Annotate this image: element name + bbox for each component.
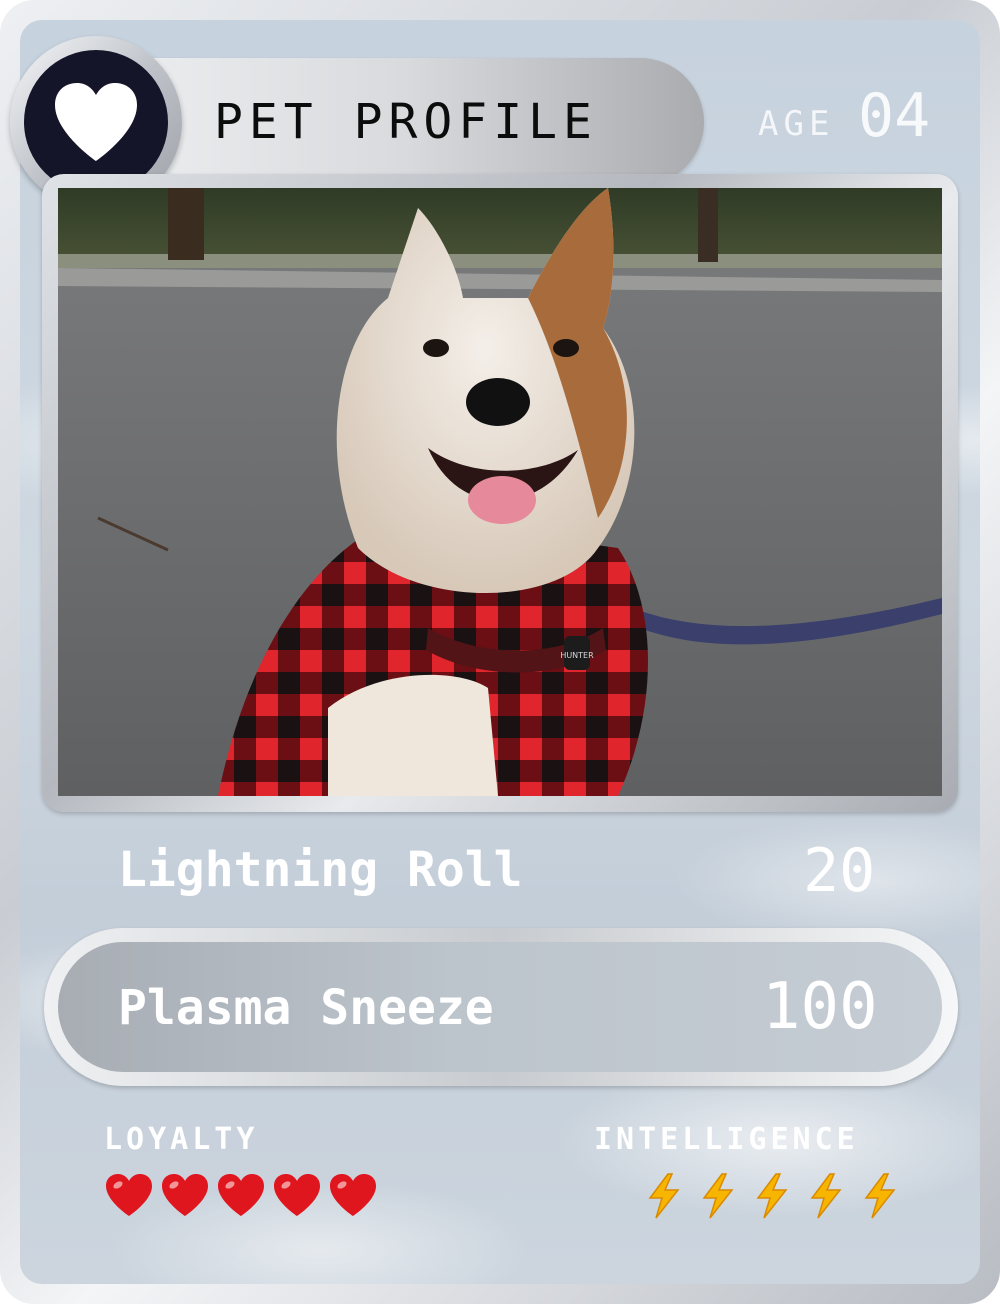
heart-badge xyxy=(24,50,168,194)
intelligence-rating xyxy=(642,1172,902,1220)
intelligence-label: INTELLIGENCE xyxy=(594,1122,859,1157)
lightning-bolt-icon xyxy=(702,1173,734,1219)
heart-icon xyxy=(55,83,137,161)
lightning-bolt-icon xyxy=(648,1173,680,1219)
red-heart-icon xyxy=(274,1174,320,1216)
move-name-2: Plasma Sneeze xyxy=(118,980,494,1036)
loyalty-rating xyxy=(104,1172,378,1218)
lightning-bolt-icon xyxy=(756,1173,788,1219)
move-value-2: 100 xyxy=(762,970,878,1044)
page-title: PET PROFILE xyxy=(214,94,598,150)
dog-photo: HUNTER xyxy=(58,188,942,796)
move-name-1: Lightning Roll xyxy=(118,842,523,898)
red-heart-icon xyxy=(218,1174,264,1216)
red-heart-icon xyxy=(106,1174,152,1216)
lightning-bolt-icon xyxy=(810,1173,842,1219)
collar-tag-text: HUNTER xyxy=(560,651,594,660)
loyalty-label: LOYALTY xyxy=(104,1122,259,1157)
red-heart-icon xyxy=(162,1174,208,1216)
move-value-1: 20 xyxy=(803,836,876,906)
pet-card: PET PROFILE AGE 04 HUNTER Lightning Roll… xyxy=(0,0,1000,1304)
age-value: 04 xyxy=(858,81,931,151)
age-label: AGE xyxy=(758,104,835,144)
lightning-bolt-icon xyxy=(864,1173,896,1219)
red-heart-icon xyxy=(330,1174,376,1216)
